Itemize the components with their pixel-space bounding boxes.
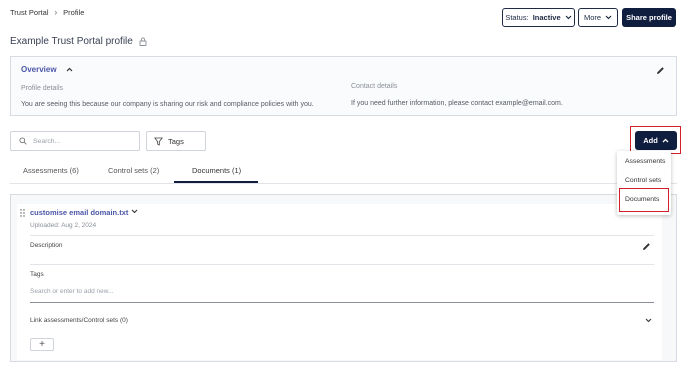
more-label: More <box>583 13 602 22</box>
breadcrumb-current: Profile <box>63 8 85 17</box>
link-assessments-label[interactable]: Link assessments/Control sets (0) <box>30 317 128 324</box>
tags-filter-button[interactable]: Tags <box>146 131 206 151</box>
chevron-down-icon <box>565 15 572 20</box>
page-title-row: Example Trust Portal profile <box>10 36 147 47</box>
search-placeholder: Search... <box>33 137 61 145</box>
overview-header[interactable]: Overview <box>21 65 73 74</box>
tags-input-placeholder: Search or enter to add new... <box>30 288 114 295</box>
tags-label: Tags <box>168 136 184 146</box>
filter-icon <box>154 137 163 146</box>
chevron-up-icon <box>662 138 669 143</box>
breadcrumb: Trust Portal › Profile <box>10 8 84 17</box>
page-title: Example Trust Portal profile <box>10 36 133 47</box>
document-uploaded: Uploaded: Aug 2, 2024 <box>30 222 97 229</box>
add-label: Add <box>643 136 658 145</box>
add-link-button[interactable]: + <box>30 338 54 351</box>
drag-handle-icon[interactable] <box>20 209 25 217</box>
breadcrumb-root[interactable]: Trust Portal <box>10 8 48 17</box>
tabs-divider <box>10 183 677 184</box>
menu-item-control-sets[interactable]: Control sets <box>617 177 671 184</box>
lock-icon <box>139 37 147 46</box>
chevron-down-icon <box>605 15 612 20</box>
chevron-up-icon <box>66 67 73 72</box>
chevron-down-icon[interactable] <box>131 209 138 214</box>
add-button[interactable]: Add <box>635 131 677 150</box>
search-input[interactable]: Search... <box>10 131 140 151</box>
tab-control-sets[interactable]: Control sets (2) <box>108 166 159 175</box>
overview-heading: Overview <box>21 65 57 74</box>
profile-details-text: You are seeing this because our company … <box>21 101 314 108</box>
overview-card: Overview Profile details You are seeing … <box>10 56 677 116</box>
divider <box>30 264 654 265</box>
tab-assessments[interactable]: Assessments (6) <box>23 166 79 175</box>
share-profile-button[interactable]: Share profile <box>622 8 676 27</box>
tab-documents[interactable]: Documents (1) <box>192 166 241 175</box>
profile-details-label: Profile details <box>21 85 64 92</box>
divider <box>30 235 654 236</box>
add-link-label: + <box>39 339 45 350</box>
status-value: Inactive <box>532 13 561 22</box>
menu-item-assessments[interactable]: Assessments <box>617 158 671 165</box>
tags-field-label: Tags <box>30 271 44 278</box>
documents-menu-highlight <box>619 188 669 212</box>
status-dropdown-button[interactable]: Status: Inactive <box>502 8 575 27</box>
contact-details-section: Contact details If you need further info… <box>351 83 563 107</box>
profile-details-section: Profile details You are seeing this beca… <box>21 85 314 108</box>
edit-pencil-icon[interactable] <box>642 242 651 251</box>
active-tab-indicator <box>174 181 258 183</box>
chevron-down-icon[interactable] <box>645 318 652 323</box>
edit-pencil-icon[interactable] <box>656 66 665 75</box>
more-button[interactable]: More <box>578 8 618 27</box>
contact-details-label: Contact details <box>351 83 398 90</box>
description-label: Description <box>30 242 63 249</box>
search-icon <box>19 137 27 145</box>
document-card: customise email domain.txt Uploaded: Aug… <box>17 204 662 360</box>
share-profile-label: Share profile <box>626 13 672 22</box>
document-name[interactable]: customise email domain.txt <box>30 208 128 217</box>
contact-details-text: If you need further information, please … <box>351 100 563 107</box>
status-label: Status: <box>505 13 529 22</box>
chevron-right-icon: › <box>54 8 58 17</box>
tags-input[interactable]: Search or enter to add new... <box>30 288 654 303</box>
